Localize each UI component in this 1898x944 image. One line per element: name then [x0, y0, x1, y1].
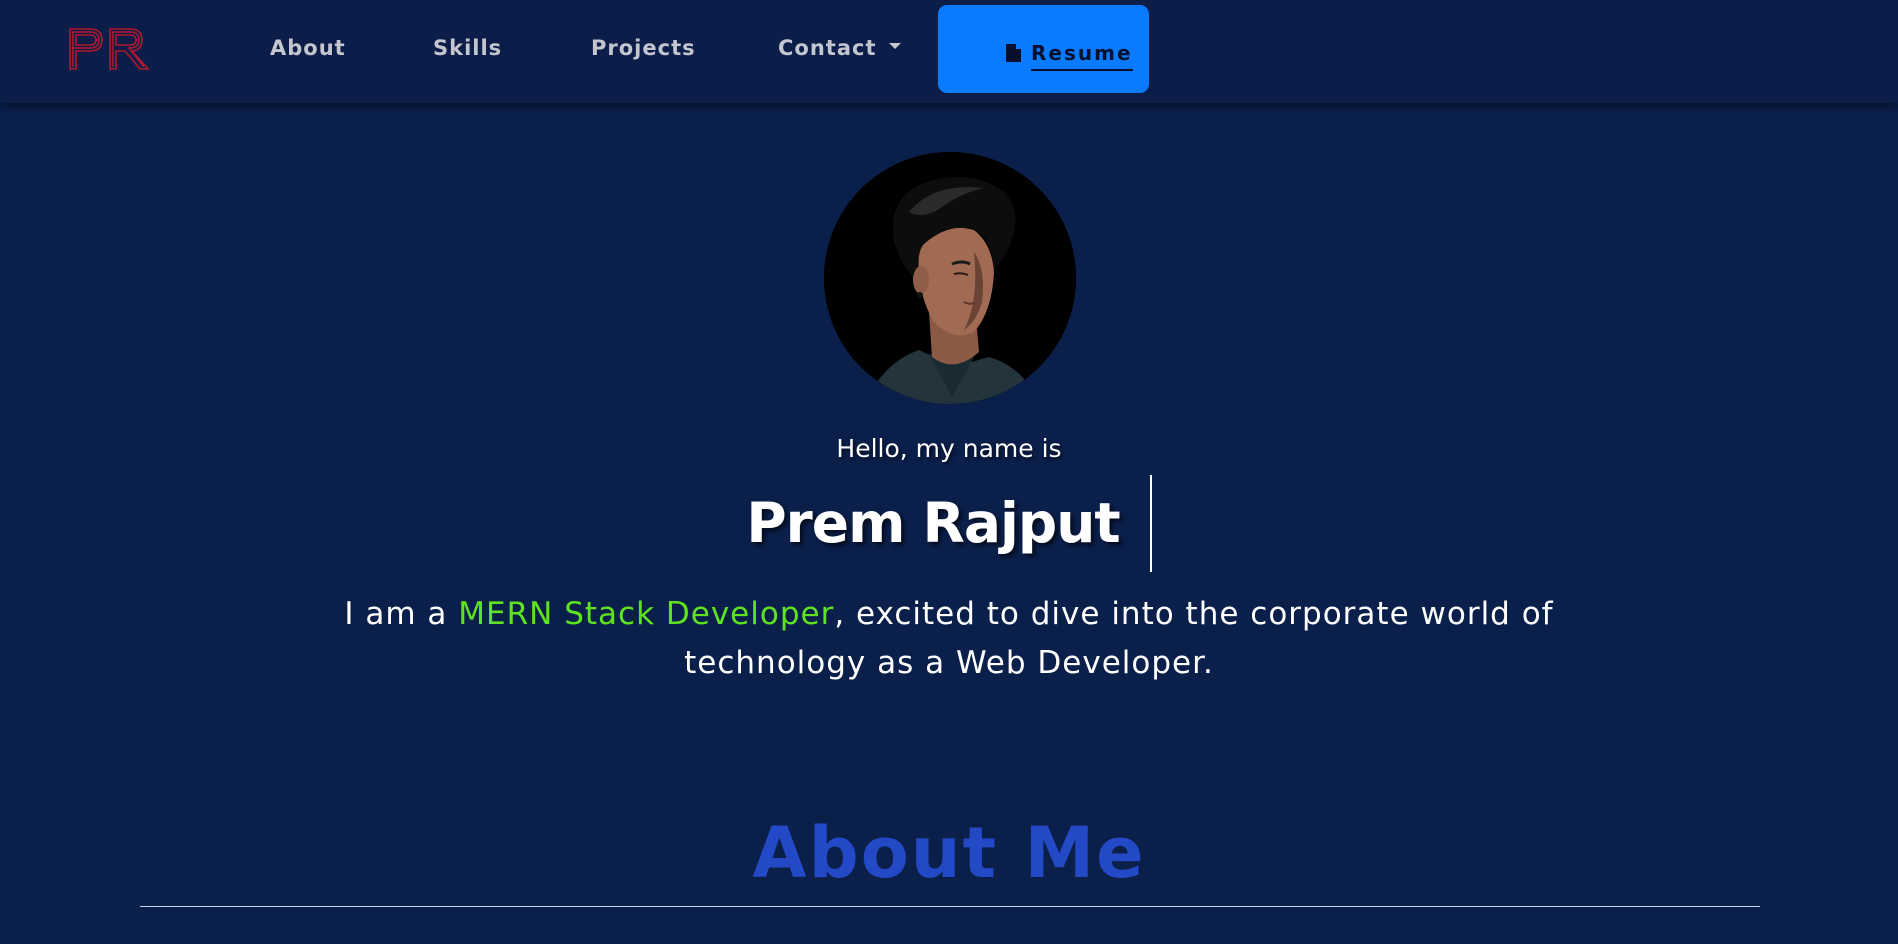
resume-button-content: Resume [1005, 38, 1133, 71]
section-divider [140, 906, 1760, 907]
navbar: About Skills Projects Contact Resume [0, 0, 1898, 103]
nav-about-link[interactable]: About [270, 36, 346, 60]
avatar [824, 152, 1076, 404]
resume-button[interactable]: Resume [938, 5, 1149, 93]
nav-skills-link[interactable]: Skills [433, 36, 502, 60]
greeting-text: Hello, my name is [836, 434, 1062, 463]
page: About Skills Projects Contact Resume Hel… [0, 0, 1898, 944]
typing-cursor [1149, 475, 1152, 572]
hero-tagline: I am a MERN Stack Developer, excited to … [300, 590, 1598, 688]
nav-contact-dropdown[interactable]: Contact [778, 36, 901, 60]
tagline-highlight: MERN Stack Developer [458, 596, 835, 632]
hero-name: Prem Rajput [746, 491, 1120, 555]
pr-logo[interactable] [68, 27, 150, 71]
about-heading: About Me [752, 812, 1146, 894]
nav-projects-link[interactable]: Projects [591, 36, 696, 60]
caret-down-icon [888, 43, 901, 49]
resume-label: Resume [1031, 41, 1133, 71]
nav-contact-label: Contact [778, 36, 877, 60]
file-icon [1006, 44, 1021, 62]
name-row: Prem Rajput [0, 475, 1898, 572]
tagline-prefix: I am a [344, 596, 459, 632]
